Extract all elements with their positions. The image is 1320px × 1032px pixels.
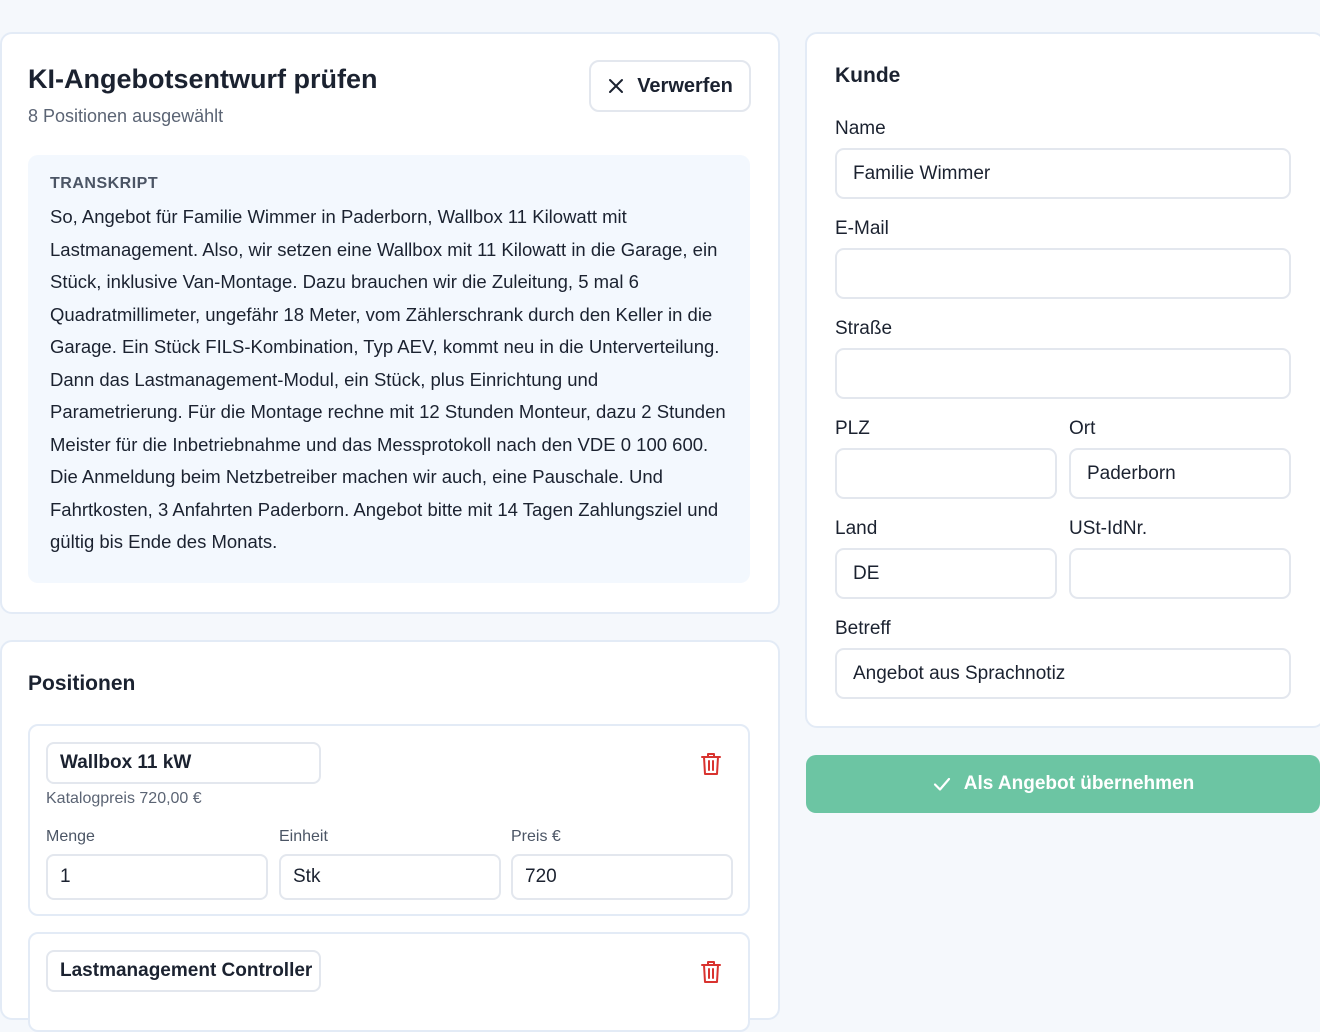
quantity-label: Menge <box>46 828 95 845</box>
accept-offer-button[interactable]: Als Angebot übernehmen <box>806 755 1320 813</box>
country-label: Land <box>835 518 878 539</box>
position-item: Wallbox 11 kW Katalogpreis 720,00 € Meng… <box>28 724 750 916</box>
trash-icon[interactable] <box>700 960 722 984</box>
customer-title: Kunde <box>835 64 901 87</box>
vat-input[interactable] <box>1069 548 1291 599</box>
quantity-input[interactable]: 1 <box>46 854 268 900</box>
check-icon <box>933 777 950 791</box>
discard-button-label: Verwerfen <box>637 74 733 97</box>
close-icon <box>609 79 624 93</box>
transcript-box: TRANSKRIPT So, Angebot für Familie Wimme… <box>28 155 750 583</box>
subject-input[interactable]: Angebot aus Sprachnotiz <box>835 648 1291 699</box>
name-input[interactable]: Familie Wimmer <box>835 148 1291 199</box>
position-item: Lastmanagement Controller <box>28 932 750 1032</box>
unit-label: Einheit <box>279 828 328 845</box>
trash-icon[interactable] <box>700 752 722 776</box>
accept-offer-label: Als Angebot übernehmen <box>963 773 1195 794</box>
price-label: Preis € <box>511 828 561 845</box>
vat-label: USt-IdNr. <box>1069 518 1148 539</box>
price-input[interactable]: 720 <box>511 854 733 900</box>
position-name-input[interactable]: Wallbox 11 kW <box>46 742 321 784</box>
catalog-price: Katalogpreis 720,00 € <box>46 790 202 807</box>
street-input[interactable] <box>835 348 1291 399</box>
city-input[interactable]: Paderborn <box>1069 448 1291 499</box>
name-label: Name <box>835 118 886 139</box>
street-label: Straße <box>835 318 893 339</box>
city-label: Ort <box>1069 418 1096 439</box>
positions-title: Positionen <box>28 672 136 695</box>
selected-count: 8 Positionen ausgewählt <box>28 106 224 126</box>
transcript-text: So, Angebot für Familie Wimmer in Paderb… <box>50 206 726 552</box>
unit-input[interactable]: Stk <box>279 854 501 900</box>
zip-input[interactable] <box>835 448 1057 499</box>
transcript-label: TRANSKRIPT <box>50 175 159 192</box>
country-input[interactable]: DE <box>835 548 1057 599</box>
page-title: KI-Angebotsentwurf prüfen <box>28 64 378 94</box>
email-label: E-Mail <box>835 218 889 239</box>
discard-button[interactable]: Verwerfen <box>589 60 751 112</box>
email-input[interactable] <box>835 248 1291 299</box>
zip-label: PLZ <box>835 418 870 439</box>
position-name-input[interactable]: Lastmanagement Controller <box>46 950 321 992</box>
subject-label: Betreff <box>835 618 891 639</box>
